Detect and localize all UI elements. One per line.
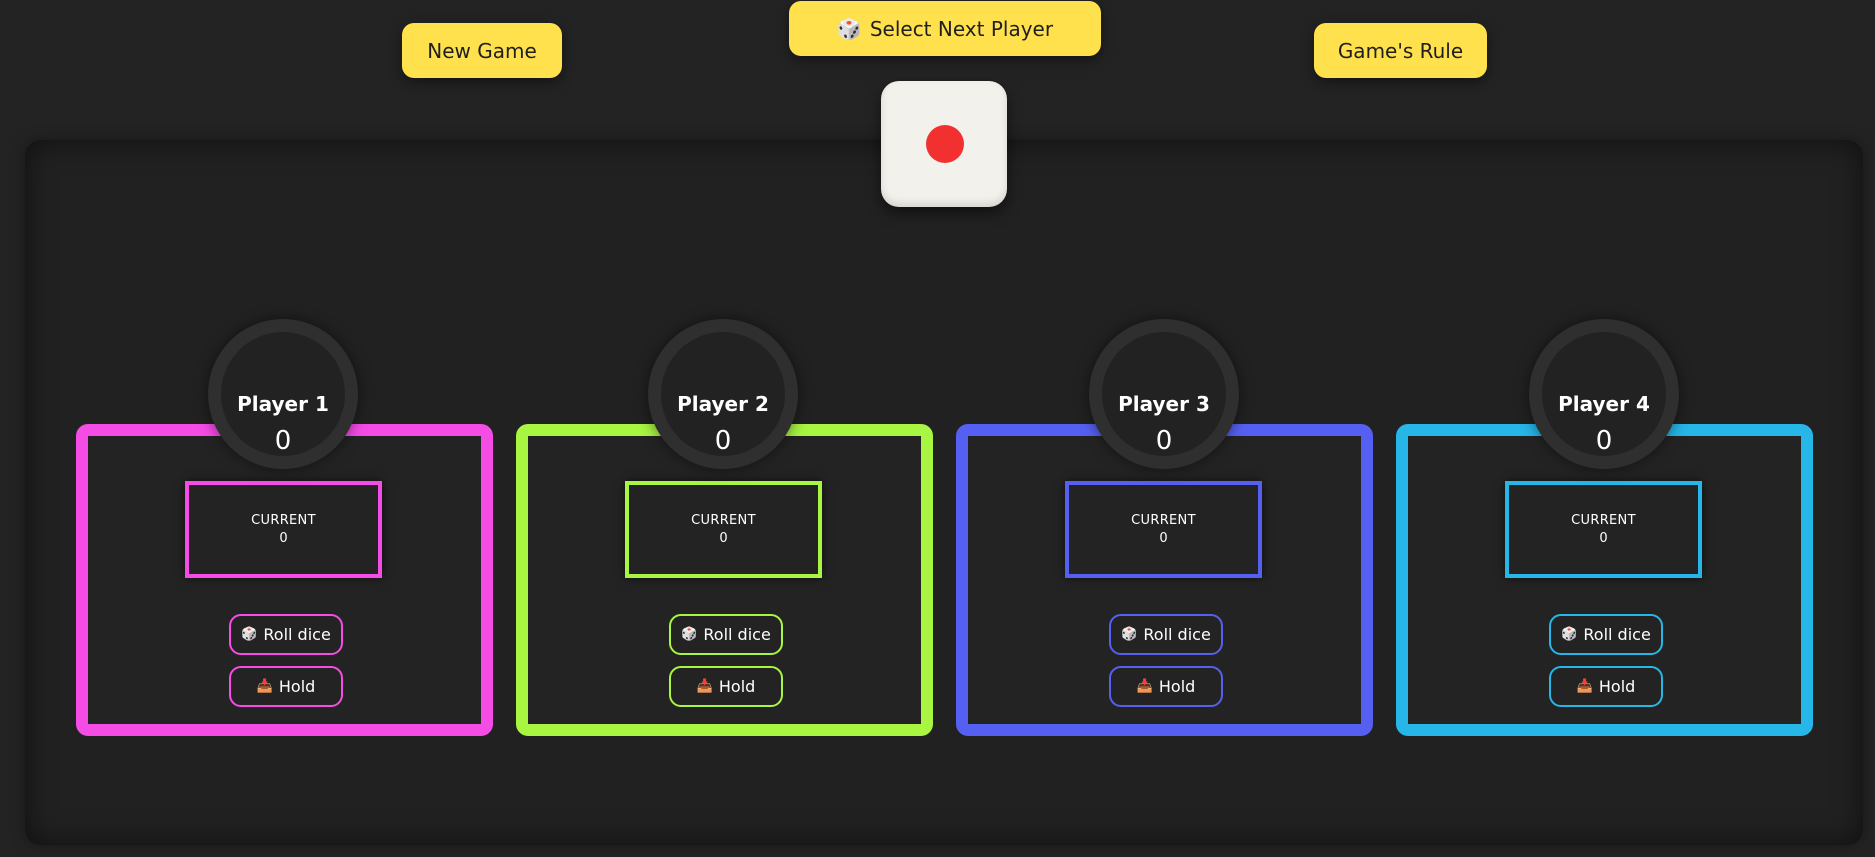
player-name: Player 3	[1118, 392, 1210, 416]
player-3-roll-dice-button[interactable]: 🎲 Roll dice	[1109, 614, 1223, 655]
player-score: 0	[1155, 426, 1173, 456]
dice-icon: 🎲	[836, 16, 862, 41]
inbox-tray-icon: 📥	[1136, 679, 1153, 694]
player-name: Player 1	[237, 392, 329, 416]
player-1-panel: CURRENT 0 🎲 Roll dice 📥 Hold	[76, 424, 493, 736]
player-2-hold-button[interactable]: 📥 Hold	[669, 666, 783, 707]
player-4-current-box: CURRENT 0	[1505, 481, 1702, 578]
roll-dice-label: Roll dice	[1583, 625, 1651, 644]
current-score: 0	[1159, 531, 1168, 546]
dice-icon: 🎲	[241, 627, 258, 642]
dice-pip	[926, 125, 964, 163]
player-2-avatar: Player 2 0	[648, 319, 798, 469]
player-name: Player 4	[1558, 392, 1650, 416]
player-name: Player 2	[677, 392, 769, 416]
player-3-panel: CURRENT 0 🎲 Roll dice 📥 Hold	[956, 424, 1373, 736]
player-3-hold-button[interactable]: 📥 Hold	[1109, 666, 1223, 707]
select-next-player-button[interactable]: 🎲 Select Next Player	[789, 1, 1101, 56]
inbox-tray-icon: 📥	[1576, 679, 1593, 694]
roll-dice-label: Roll dice	[703, 625, 771, 644]
current-label: CURRENT	[251, 513, 316, 528]
inbox-tray-icon: 📥	[696, 679, 713, 694]
player-2-roll-dice-button[interactable]: 🎲 Roll dice	[669, 614, 783, 655]
hold-label: Hold	[1598, 677, 1636, 696]
select-next-player-label: Select Next Player	[869, 16, 1054, 41]
inbox-tray-icon: 📥	[256, 679, 273, 694]
current-score: 0	[719, 531, 728, 546]
player-3-avatar: Player 3 0	[1089, 319, 1239, 469]
new-game-label: New Game	[427, 38, 537, 63]
roll-dice-label: Roll dice	[263, 625, 331, 644]
current-score: 0	[1599, 531, 1608, 546]
dice	[881, 81, 1007, 207]
player-score: 0	[274, 426, 292, 456]
games-rule-label: Game's Rule	[1337, 38, 1464, 63]
player-4-roll-dice-button[interactable]: 🎲 Roll dice	[1549, 614, 1663, 655]
hold-label: Hold	[278, 677, 316, 696]
player-1-hold-button[interactable]: 📥 Hold	[229, 666, 343, 707]
current-label: CURRENT	[1131, 513, 1196, 528]
player-1-current-box: CURRENT 0	[185, 481, 382, 578]
hold-label: Hold	[1158, 677, 1196, 696]
player-2-current-box: CURRENT 0	[625, 481, 822, 578]
dice-icon: 🎲	[1561, 627, 1578, 642]
dice-icon: 🎲	[681, 627, 698, 642]
player-4-hold-button[interactable]: 📥 Hold	[1549, 666, 1663, 707]
player-3-current-box: CURRENT 0	[1065, 481, 1262, 578]
current-label: CURRENT	[691, 513, 756, 528]
player-1-roll-dice-button[interactable]: 🎲 Roll dice	[229, 614, 343, 655]
player-2-panel: CURRENT 0 🎲 Roll dice 📥 Hold	[516, 424, 933, 736]
player-4-panel: CURRENT 0 🎲 Roll dice 📥 Hold	[1396, 424, 1813, 736]
games-rule-button[interactable]: Game's Rule	[1314, 23, 1487, 78]
current-score: 0	[279, 531, 288, 546]
player-score: 0	[1595, 426, 1613, 456]
hold-label: Hold	[718, 677, 756, 696]
new-game-button[interactable]: New Game	[402, 23, 562, 78]
roll-dice-label: Roll dice	[1143, 625, 1211, 644]
player-4-avatar: Player 4 0	[1529, 319, 1679, 469]
current-label: CURRENT	[1571, 513, 1636, 528]
player-score: 0	[714, 426, 732, 456]
dice-icon: 🎲	[1121, 627, 1138, 642]
player-1-avatar: Player 1 0	[208, 319, 358, 469]
